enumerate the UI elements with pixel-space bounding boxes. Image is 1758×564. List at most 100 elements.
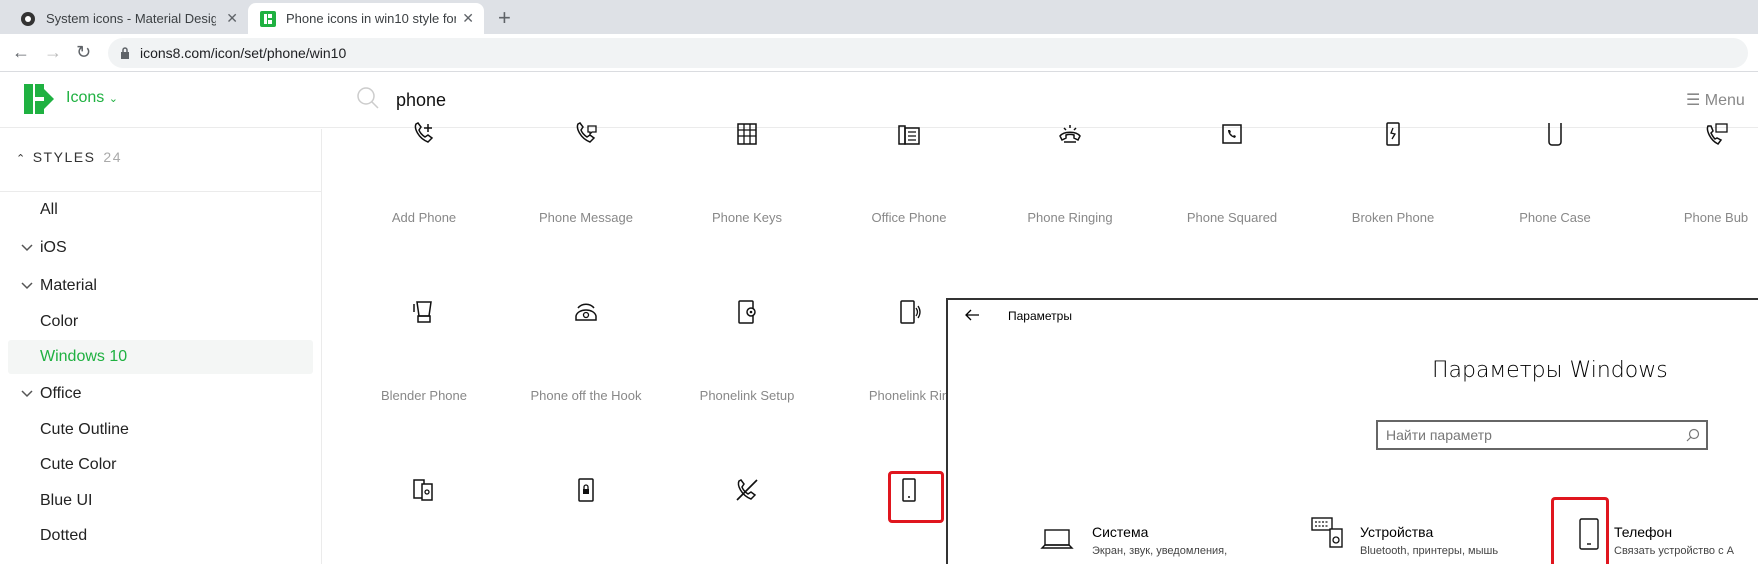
address-bar[interactable]: icons8.com/icon/set/phone/win10 [108,38,1748,68]
close-icon[interactable]: ✕ [462,10,474,27]
search-icon [357,87,379,109]
phonelink-setup-icon [738,300,756,324]
settings-heading: Параметры Windows [1432,358,1668,383]
no-phone-icon [736,479,758,501]
tile-system[interactable]: Система [1092,524,1148,540]
sidebar-item-color[interactable]: Color [8,305,313,339]
icon-card-phone-squared[interactable]: Phone Squared [1152,120,1312,225]
icon-card-phone-lock[interactable] [506,476,666,504]
icon-label: Phonelink Setup [699,388,795,403]
close-icon[interactable]: ✕ [226,10,238,27]
browser-tab-strip: System icons - Material Design ✕ Phone i… [0,0,1758,34]
phone-case-icon [1548,123,1562,146]
forward-arrow-icon[interactable]: → [44,42,62,63]
reload-icon[interactable]: ↻ [76,42,91,63]
tile-phone[interactable]: Телефон [1614,524,1672,540]
windows-settings-window: Параметры Параметры Windows Найти параме… [946,298,1758,564]
icon-card-phonelink-setup[interactable]: Phonelink Setup [667,298,827,403]
icon-label: Broken Phone [1351,210,1435,225]
lock-icon [121,47,129,59]
tile-desc: Экран, звук, уведомления, [1092,545,1228,557]
window-title: Параметры [1008,309,1072,323]
menu-button[interactable]: ☰ Menu [1686,90,1745,110]
tab-material-design[interactable]: System icons - Material Design ✕ [8,3,248,34]
icon-card-add-phone[interactable]: Add Phone [344,120,504,225]
icon-card-phone-off-hook[interactable]: Phone off the Hook [506,298,666,403]
icon-card-no-phone[interactable] [667,476,827,504]
phonelink-ring-icon [900,300,921,324]
search-icon [1686,428,1700,442]
tile-desc: Bluetooth, принтеры, мышь [1360,545,1499,557]
icon-label: Phone Bub [1683,210,1749,225]
sidebar-item-dotted[interactable]: Dotted [8,519,313,553]
phone-keys-icon [737,123,757,145]
icon-label: Phone off the Hook [530,388,642,403]
icon-card-phone-keys[interactable]: Phone Keys [667,120,827,225]
styles-toggle[interactable]: ⌃ STYLES 24 [16,149,122,165]
icon-card-office-phone[interactable]: Office Phone [829,120,989,225]
tab-title: System icons - Material Design [46,11,216,26]
icon-label: Phone Keys [711,210,783,225]
divider [0,191,322,192]
url-text: icons8.com/icon/set/phone/win10 [140,45,347,61]
icon-card-phone-message[interactable]: Phone Message [506,120,666,225]
chevron-down-icon [21,282,33,290]
back-arrow-icon[interactable]: ← [12,42,30,63]
phone-ringing-icon [1059,125,1081,143]
icon-label: Add Phone [391,210,457,225]
icons8-logo-icon[interactable] [24,84,54,114]
icon-label: Phone Squared [1186,210,1278,225]
search-placeholder: Найти параметр [1386,427,1492,443]
devices-icon[interactable] [1310,515,1344,549]
chevron-down-icon [21,244,33,252]
selection-highlight [1551,497,1609,564]
github-icon [21,11,35,26]
icon-label: Phone Ringing [1027,210,1113,225]
chevron-down-icon [21,390,33,398]
sidebar-item-cute-outline[interactable]: Cute Outline [8,413,313,447]
browser-toolbar: ← → ↻ icons8.com/icon/set/phone/win10 [0,34,1758,72]
icon-label: Office Phone [871,210,947,225]
broken-phone-icon [1386,122,1400,146]
icon-card-phone-case[interactable]: Phone Case [1475,120,1635,225]
laptop-icon[interactable] [1040,522,1074,556]
tab-title: Phone icons in win10 style for gr [286,11,456,26]
multiple-phones-icon [413,479,433,501]
chevron-down-icon: ⌄ [108,93,118,105]
brand-dropdown[interactable]: Icons ⌄ [66,89,118,107]
icon-label: Phone Case [1519,210,1591,225]
sidebar-item-all[interactable]: All [8,193,313,227]
sidebar-item-cute-color[interactable]: Cute Color [8,448,313,482]
phone-lock-icon [578,478,594,502]
icon-card-blender-phone[interactable]: Blender Phone [344,298,504,403]
settings-search-input[interactable]: Найти параметр [1376,420,1708,450]
sidebar-item-material[interactable]: Material [8,269,313,303]
styles-sidebar: ⌃ STYLES 24 All iOS Material Color Windows… [0,129,322,564]
icons8-favicon-icon [260,10,276,27]
icon-card-phone-ringing[interactable]: Phone Ringing [990,120,1150,225]
selection-highlight [888,471,944,523]
search-input[interactable] [396,86,996,114]
sidebar-item-blue-ui[interactable]: Blue UI [8,484,313,518]
tile-devices[interactable]: Устройства [1360,524,1433,540]
phone-squared-icon [1222,124,1242,144]
tile-desc: Связать устройство с A [1614,545,1734,557]
sidebar-item-office[interactable]: Office [8,377,313,411]
back-arrow-icon[interactable] [964,308,980,322]
chevron-up-icon: ⌃ [16,153,27,165]
office-phone-icon [898,125,920,145]
icon-label: Phone Message [539,210,633,225]
tab-phone-icons[interactable]: Phone icons in win10 style for gr ✕ [248,3,484,34]
add-phone-icon [414,122,434,143]
phone-message-icon [576,122,597,143]
icon-card-phone-bubble[interactable]: Phone Bub [1636,120,1758,225]
sidebar-item-windows-10[interactable]: Windows 10 [8,340,313,374]
phone-bubble-icon [1706,123,1728,145]
icon-card-broken-phone[interactable]: Broken Phone [1313,120,1473,225]
icon-card-multiple-phones[interactable] [344,476,504,504]
new-tab-icon[interactable]: + [498,5,511,31]
sidebar-item-ios[interactable]: iOS [8,231,313,265]
styles-count: 24 [103,149,122,165]
icon-label: Blender Phone [380,388,467,403]
phone-off-hook-icon [575,303,597,321]
